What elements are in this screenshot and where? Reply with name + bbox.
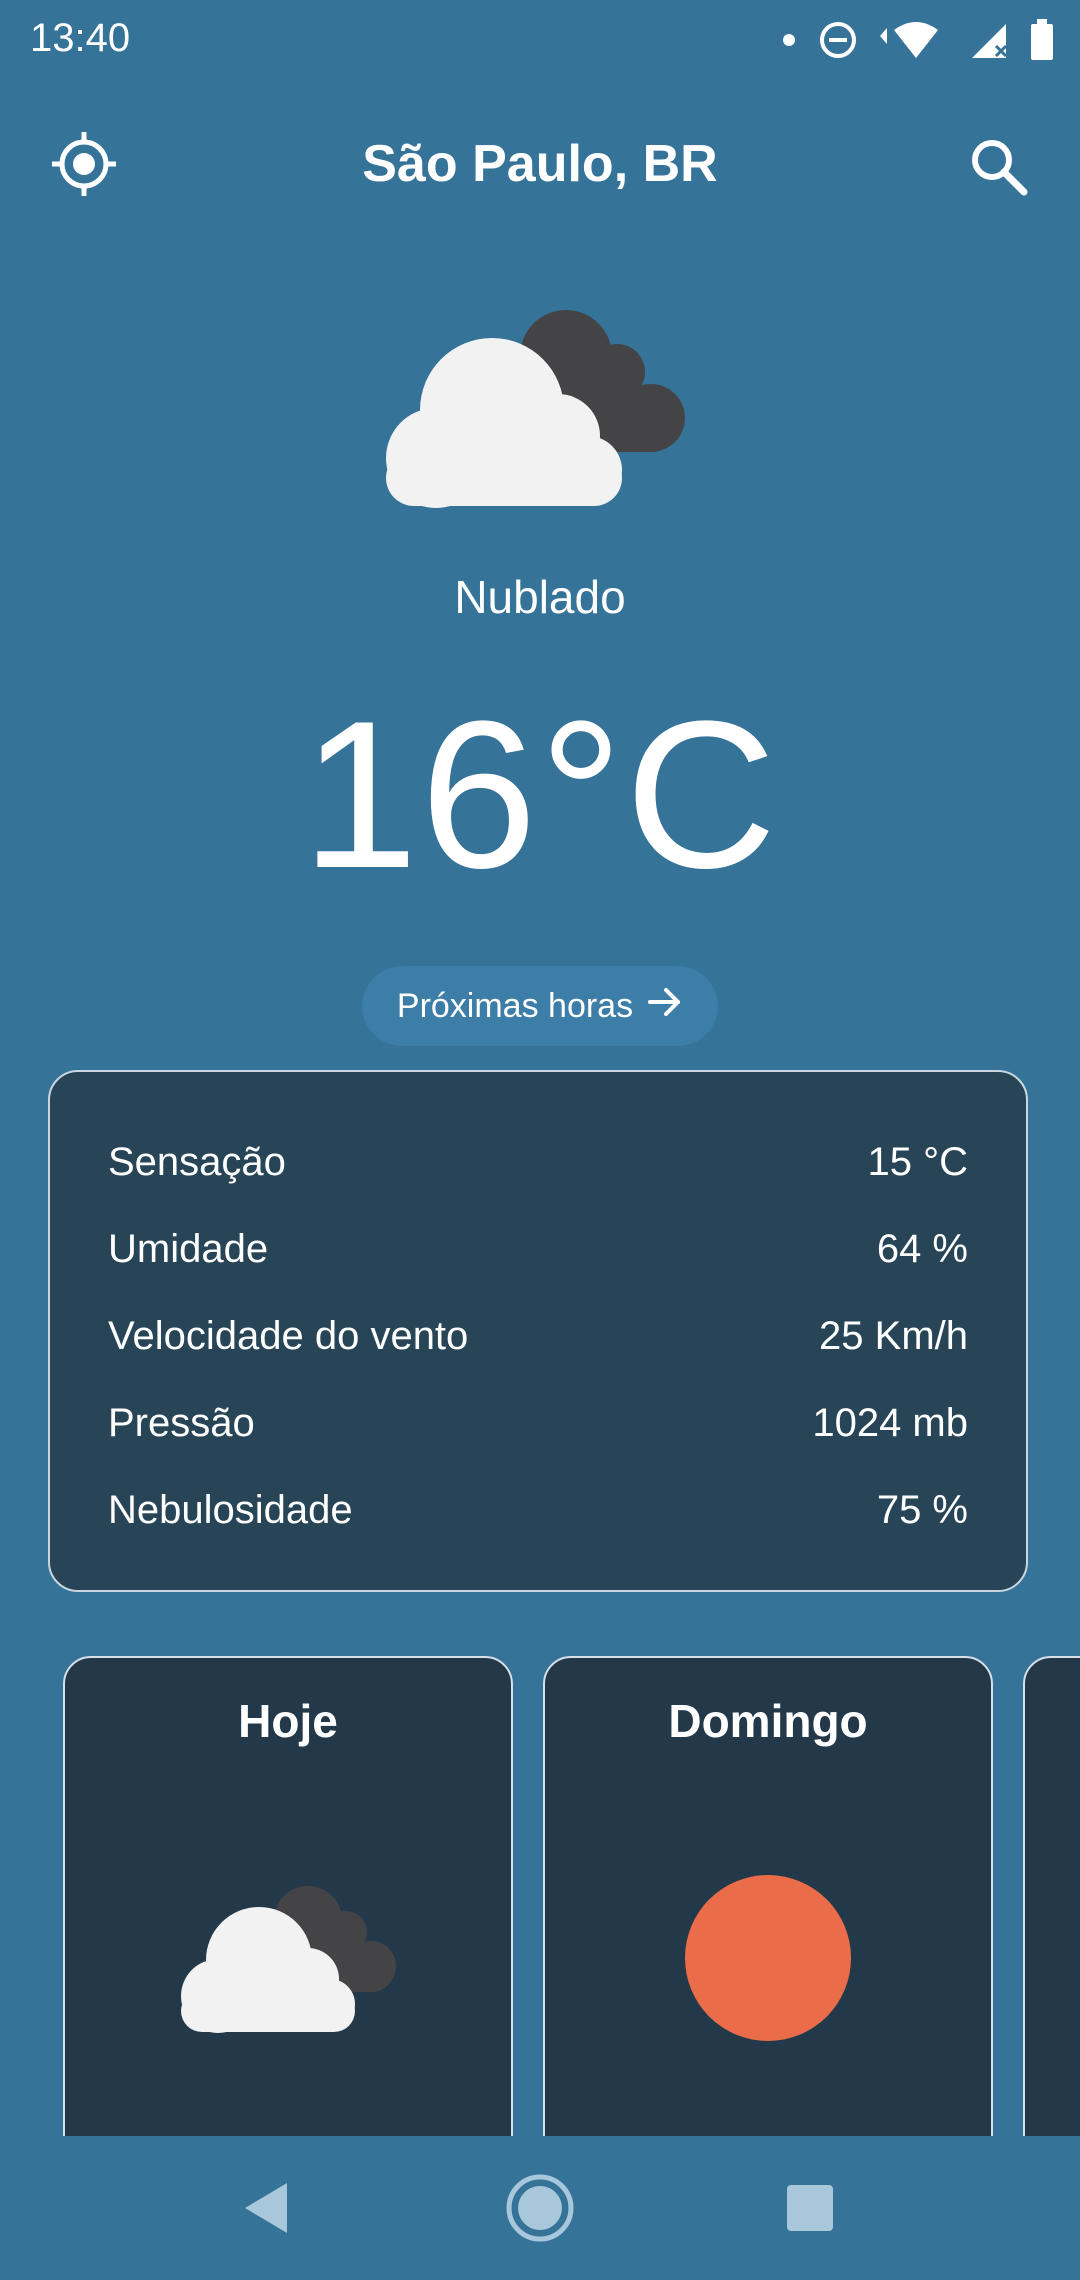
cellular-signal-icon: [970, 20, 1008, 60]
day-card-title: Domingo: [668, 1695, 868, 1747]
detail-label: Sensação: [108, 1140, 286, 1184]
daily-forecast-list[interactable]: Hoje Domingo: [0, 1656, 1080, 2136]
detail-value: 75 %: [876, 1488, 968, 1532]
day-card-next[interactable]: [1023, 1656, 1080, 2136]
city-title: São Paulo, BR: [362, 135, 718, 193]
next-hours-button[interactable]: Próximas horas: [362, 966, 718, 1046]
arrow-right-icon: [647, 984, 683, 1029]
status-bar: 13:40: [0, 0, 1080, 80]
detail-value: 1024 mb: [812, 1401, 968, 1445]
detail-row-feels-like: Sensação 15 °C: [108, 1140, 968, 1200]
back-icon: [241, 2181, 291, 2240]
partly-cloudy-icon: [370, 300, 710, 520]
current-temperature: 16°C: [301, 677, 779, 912]
detail-row-cloudiness: Nebulosidade 75 %: [108, 1488, 968, 1548]
battery-icon: [1030, 19, 1054, 61]
wifi-icon: [880, 20, 948, 60]
detail-row-pressure: Pressão 1024 mb: [108, 1401, 968, 1461]
detail-value: 15 °C: [867, 1140, 969, 1184]
detail-label: Nebulosidade: [108, 1488, 353, 1532]
detail-value: 25 Km/h: [819, 1314, 968, 1358]
day-card-sunday[interactable]: Domingo: [543, 1656, 993, 2136]
status-time: 13:40: [30, 16, 131, 60]
weather-details-card: Sensação 15 °C Umidade 64 % Velocidade d…: [48, 1070, 1028, 1592]
day-card-title: Hoje: [238, 1695, 338, 1747]
sun-icon: [545, 1868, 991, 2048]
weather-condition: Nublado: [454, 571, 626, 623]
day-card-today[interactable]: Hoje: [63, 1656, 513, 2136]
do-not-disturb-icon: [818, 20, 858, 60]
detail-row-humidity: Umidade 64 %: [108, 1227, 968, 1287]
detail-row-wind-speed: Velocidade do vento 25 Km/h: [108, 1314, 968, 1374]
back-button[interactable]: [228, 2172, 304, 2248]
detail-label: Umidade: [108, 1227, 269, 1271]
status-icons: [782, 18, 1054, 62]
home-button[interactable]: [502, 2172, 578, 2248]
recents-button[interactable]: [772, 2172, 848, 2248]
search-icon: [966, 134, 1030, 203]
cloudy-icon: [65, 1868, 511, 2048]
search-button[interactable]: [960, 130, 1036, 206]
notification-dot-icon: [782, 33, 796, 47]
weather-app-screen: 13:40 São Paulo, BR Nublado 16°C Próxima…: [0, 0, 1080, 2280]
home-icon: [505, 2173, 575, 2248]
recents-icon: [785, 2183, 835, 2238]
detail-label: Pressão: [108, 1401, 255, 1445]
app-header: São Paulo, BR: [0, 110, 1080, 220]
detail-value: 64 %: [876, 1227, 968, 1271]
system-nav-bar: [0, 2136, 1080, 2280]
next-hours-label: Próximas horas: [396, 986, 634, 1025]
detail-label: Velocidade do vento: [108, 1314, 469, 1358]
